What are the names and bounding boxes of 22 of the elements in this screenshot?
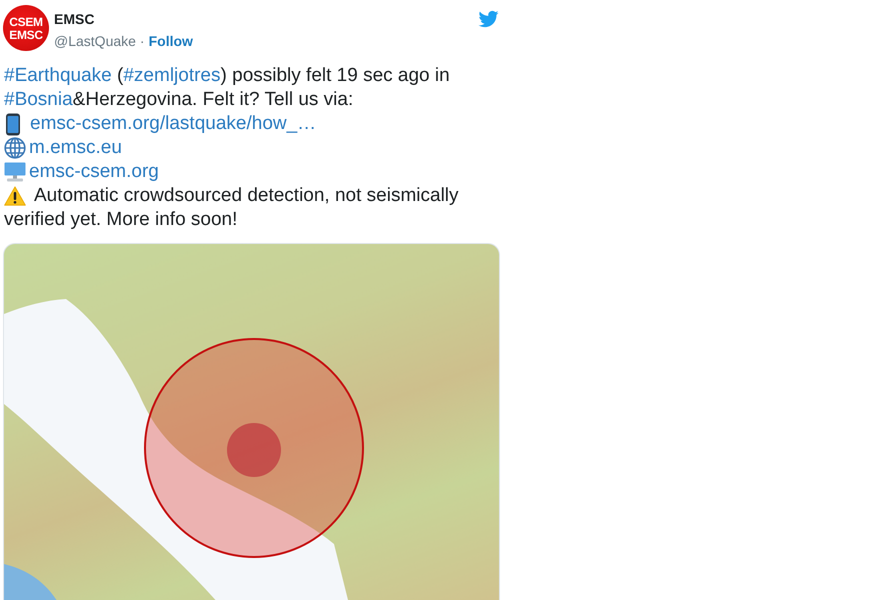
notice-text: Automatic crowdsourced detection, not seismically bbox=[34, 184, 459, 208]
url-link[interactable]: emsc-csem.org/lastquake/how_… bbox=[30, 112, 316, 136]
hashtag-link[interactable]: #Bosnia bbox=[4, 89, 73, 110]
url-link[interactable]: m.emsc.eu bbox=[29, 136, 122, 160]
logo-text: EMSC bbox=[9, 28, 43, 40]
url-link[interactable]: emsc-csem.org bbox=[29, 160, 159, 184]
globe-icon bbox=[4, 137, 26, 159]
hashtag-link[interactable]: #Earthquake bbox=[4, 65, 112, 86]
separator-dot: · bbox=[140, 32, 145, 51]
bird-logo-icon[interactable] bbox=[477, 9, 500, 29]
warning-icon bbox=[4, 186, 26, 206]
mobile-phone-icon bbox=[4, 112, 22, 136]
display-name[interactable]: EMSC bbox=[54, 10, 94, 29]
computer-monitor-icon bbox=[4, 162, 26, 182]
logo-text: CSEM bbox=[9, 16, 43, 28]
notice-text: verified yet. More info soon! bbox=[4, 208, 238, 232]
hashtag-link[interactable]: #zemljotres bbox=[123, 65, 221, 86]
epicenter-circle bbox=[227, 423, 281, 477]
avatar-logo[interactable]: CSEM EMSC bbox=[3, 5, 49, 51]
follow-link[interactable]: Follow bbox=[148, 32, 193, 51]
username[interactable]: @LastQuake bbox=[54, 32, 136, 51]
tweet-text: #Earthquake (#zemljotres) possibly felt 19 sec ago in #Bosnia&Herzegovina. Felt it? Tell us via: bbox=[4, 64, 451, 112]
